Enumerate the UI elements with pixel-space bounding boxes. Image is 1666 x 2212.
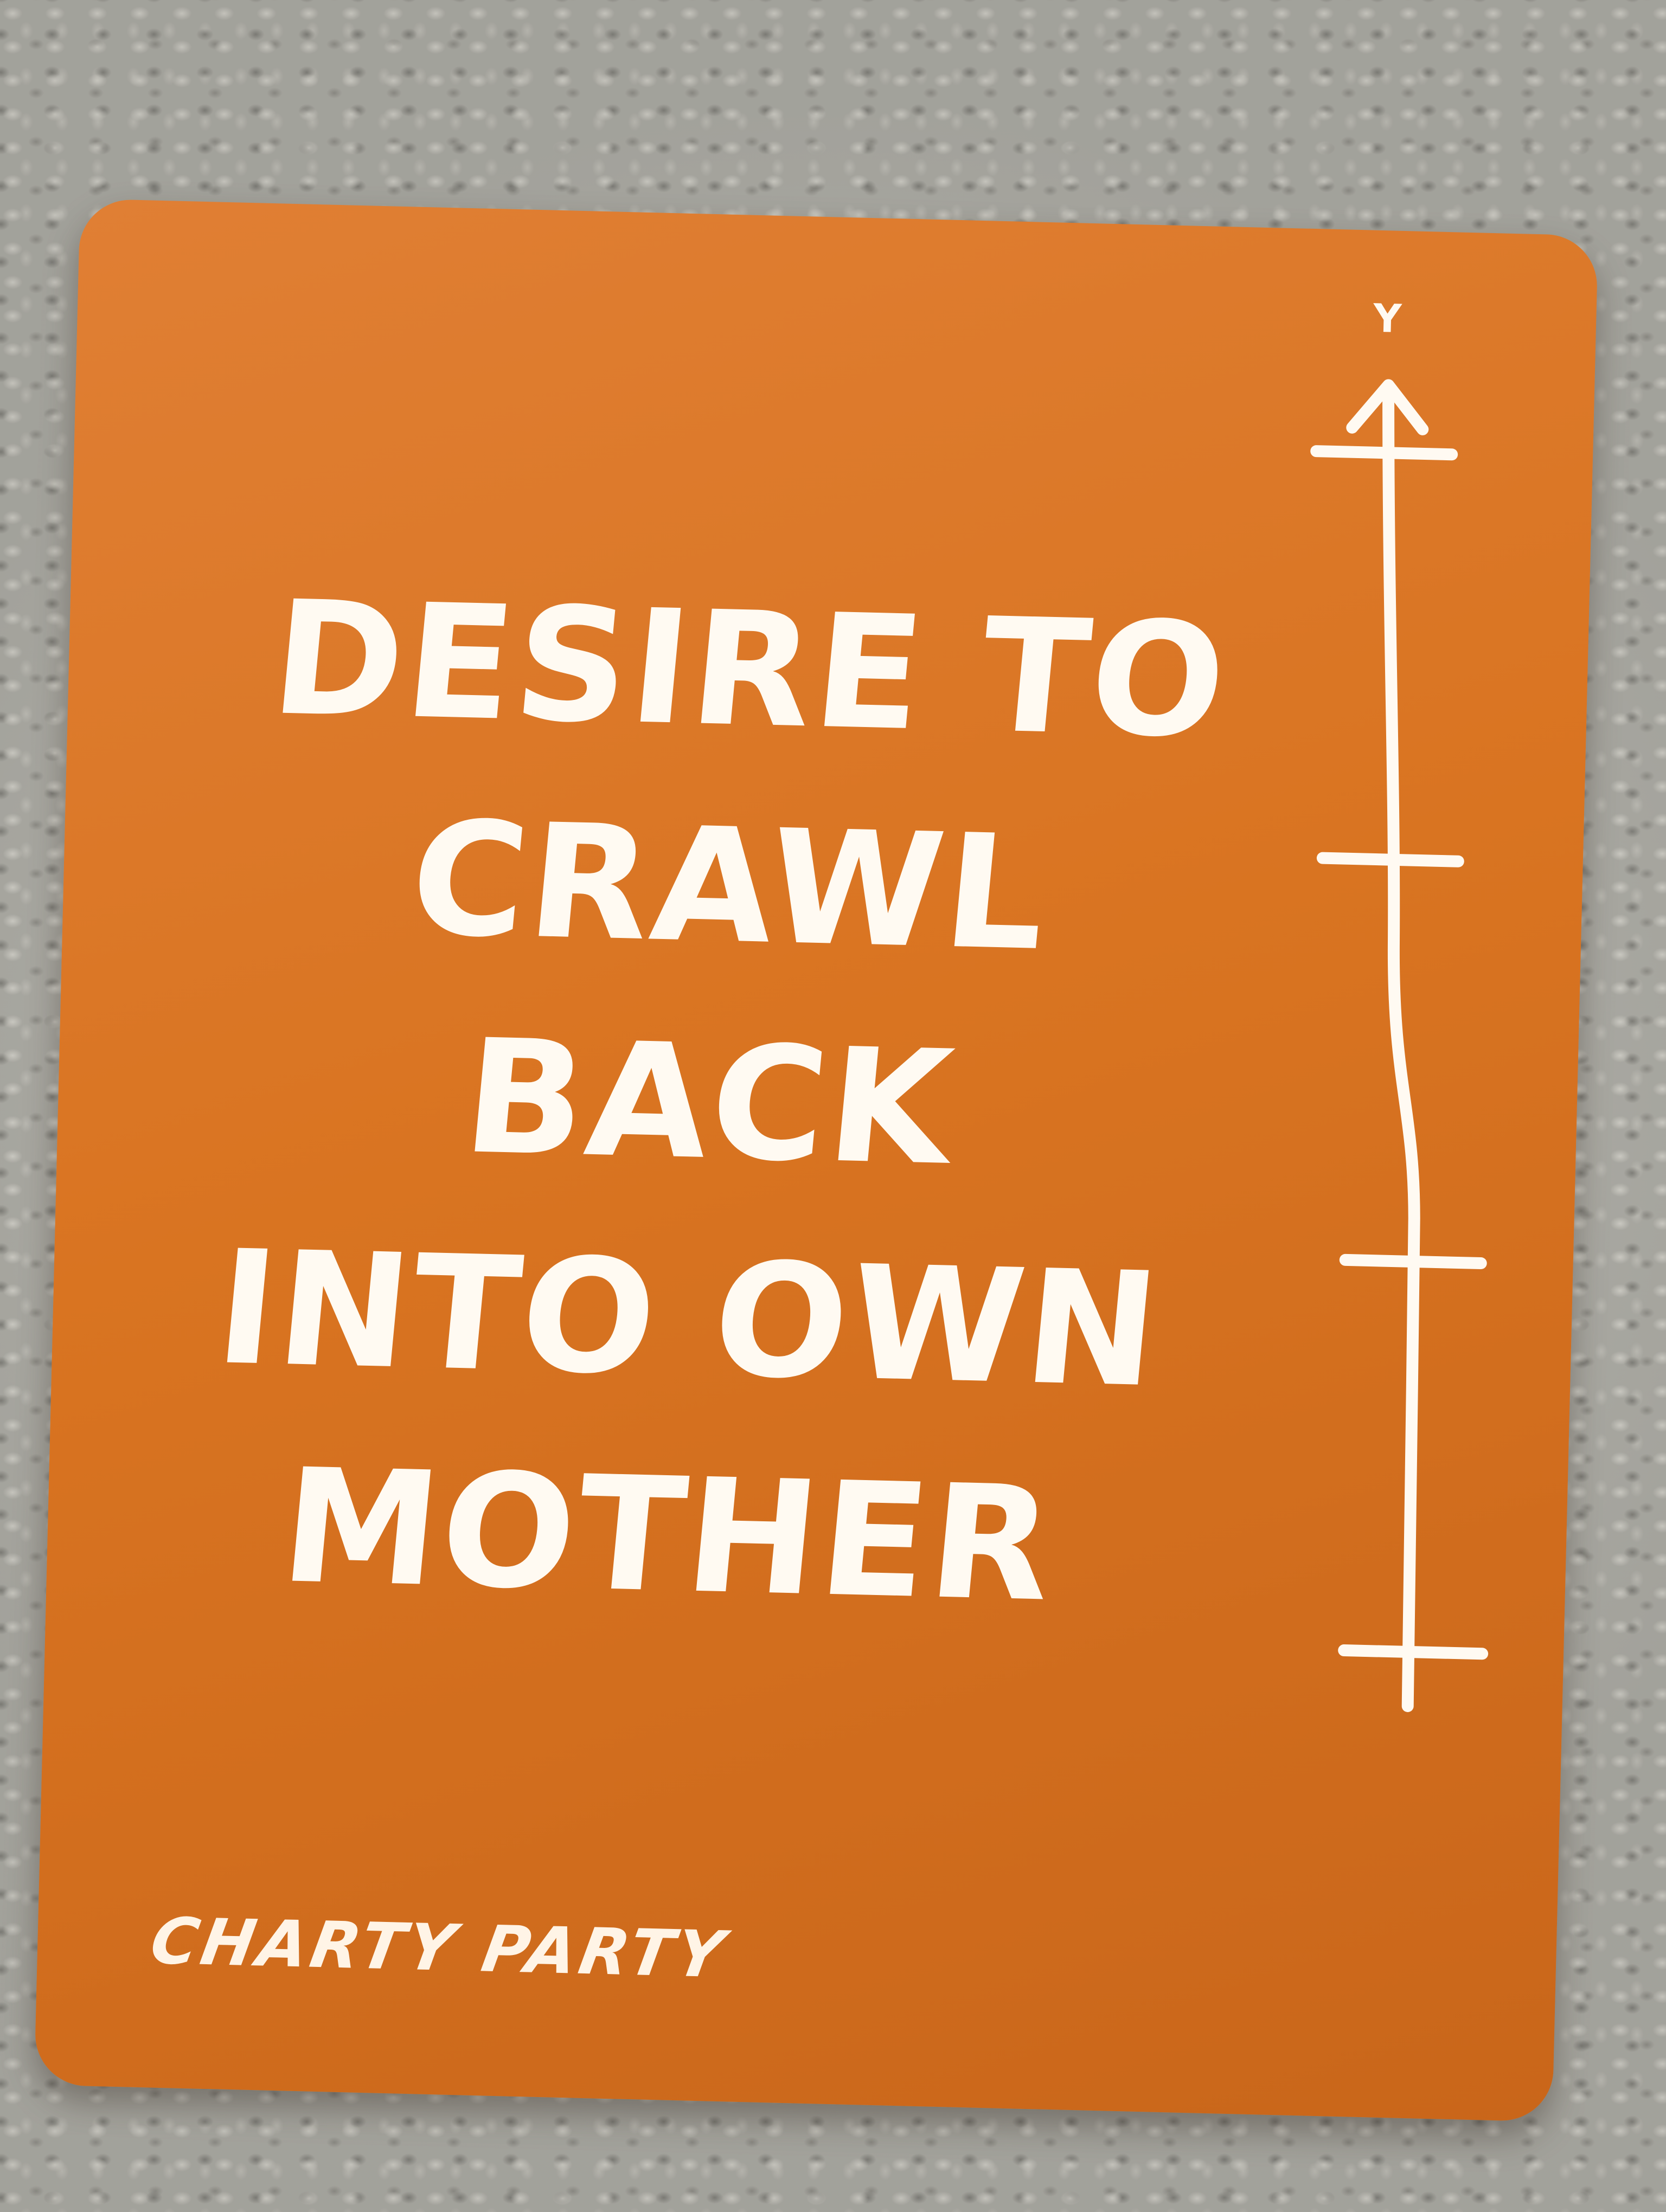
y-axis-tick-2 — [1316, 852, 1464, 867]
card-phrase-line-3: INTO OWN — [209, 1217, 1168, 1423]
card-phrase-line-1: DESIRE TO — [265, 567, 1235, 773]
y-axis-tick-4 — [1338, 1644, 1489, 1660]
card-phrase-line-4: MOTHER — [274, 1435, 1062, 1637]
brand-logo: CHARTY PARTY — [145, 1903, 733, 1992]
y-axis-label: Y — [1373, 295, 1402, 342]
card-phrase-line-2: CRAWL BACK — [403, 787, 1056, 1200]
y-axis-tick-1 — [1310, 445, 1458, 461]
y-axis-line — [1382, 382, 1420, 1712]
card-phrase: DESIRE TO CRAWL BACK INTO OWN MOTHER — [137, 550, 1280, 1657]
charty-party-card: DESIRE TO CRAWL BACK INTO OWN MOTHER Y C… — [34, 198, 1599, 2122]
y-axis: Y — [1225, 293, 1532, 1763]
y-axis-tick-3 — [1339, 1253, 1487, 1270]
y-axis-drawing — [1310, 379, 1489, 1712]
